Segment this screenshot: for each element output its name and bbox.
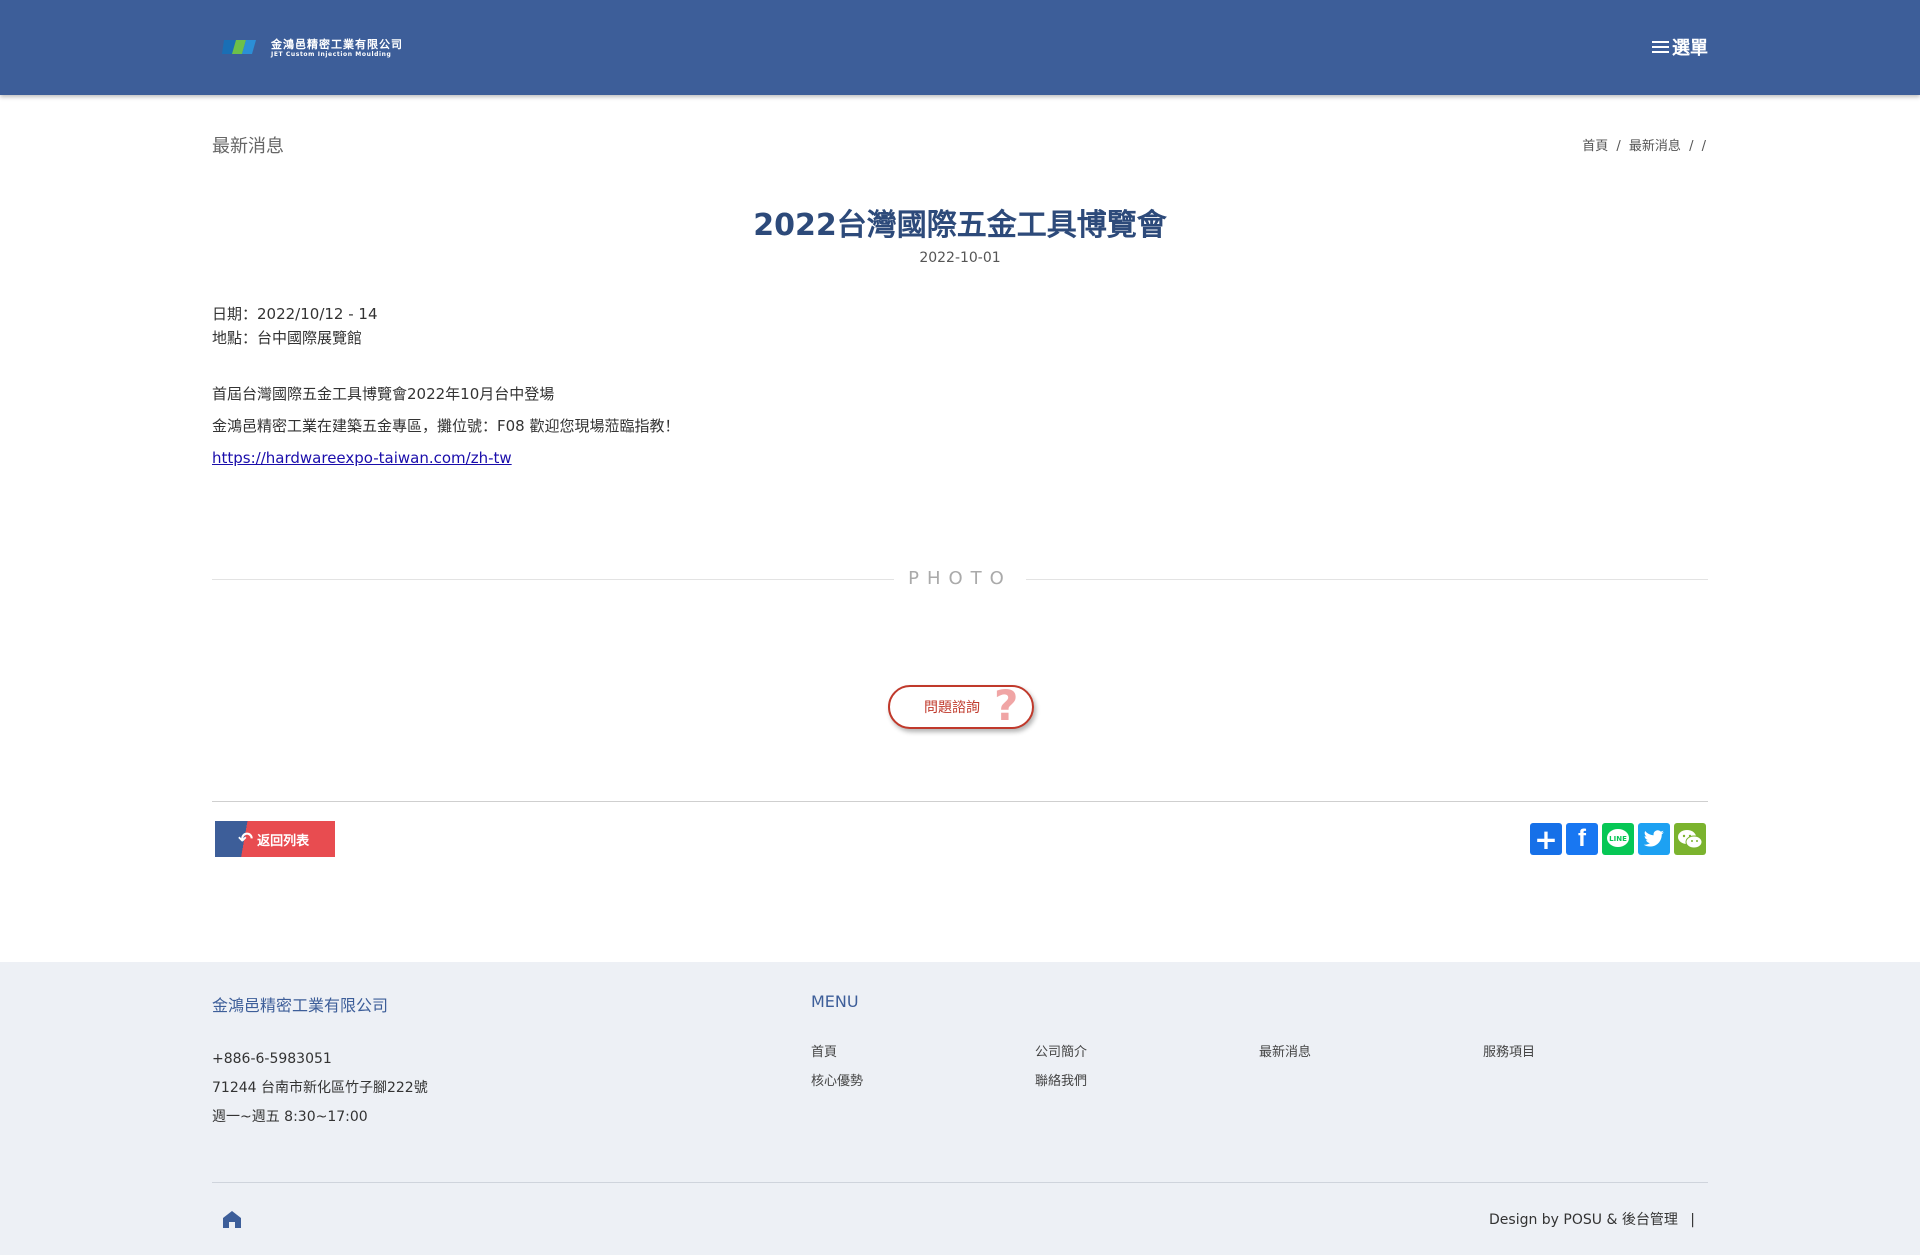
logo-english-name: JET Custom Injection Moulding <box>271 51 392 58</box>
section-title: 最新消息 <box>212 136 284 157</box>
footer-menu-title: MENU <box>811 992 859 1011</box>
footer-divider <box>212 1182 1708 1183</box>
event-booth: 金鴻邑精密工業在建築五金專區，攤位號：F08 歡迎您現場蒞臨指教！ <box>212 417 680 435</box>
faq-button[interactable]: 問題諮詢 ? <box>888 681 1034 730</box>
hamburger-icon <box>1652 40 1669 54</box>
breadcrumb-separator: / <box>1616 139 1621 154</box>
footer-address: 71244 台南市新化區竹子腳222號 <box>212 1080 428 1096</box>
footer-credit-separator: | <box>1690 1212 1695 1228</box>
svg-text:LINE: LINE <box>1609 835 1627 843</box>
footer-phone: +886-6-5983051 <box>212 1051 332 1067</box>
site-logo[interactable]: 金鴻邑精密工業有限公司 JET Custom Injection Mouldin… <box>222 32 412 62</box>
site-header: 金鴻邑精密工業有限公司 JET Custom Injection Mouldin… <box>0 0 1920 95</box>
article-content: 日期：2022/10/12 - 14 地點：台中國際展覽館 首屆台灣國際五金工具… <box>212 302 680 474</box>
logo-chinese-name: 金鴻邑精密工業有限公司 <box>271 38 403 51</box>
menu-label: 選單 <box>1672 38 1708 59</box>
footer-company-name: 金鴻邑精密工業有限公司 <box>212 996 389 1015</box>
menu-button[interactable]: 選單 <box>1652 34 1708 60</box>
back-button-label: 返回列表 <box>257 833 310 849</box>
article-date: 2022-10-01 <box>919 250 1001 266</box>
event-intro: 首屆台灣國際五金工具博覽會2022年10月台中登場 <box>212 385 555 403</box>
faq-button-label: 問題諮詢 <box>924 700 980 716</box>
line-icon[interactable]: LINE <box>1602 823 1634 855</box>
back-to-list-button[interactable]: ↶ 返回列表 <box>215 821 335 857</box>
facebook-icon[interactable]: f <box>1566 823 1598 855</box>
footer-link-advantages[interactable]: 核心優勢 <box>811 1070 863 1089</box>
footer-link-services[interactable]: 服務項目 <box>1483 1041 1535 1060</box>
footer-link-about[interactable]: 公司簡介 <box>1035 1041 1087 1060</box>
breadcrumb-separator: / <box>1701 139 1706 154</box>
logo-mark-icon <box>222 40 256 54</box>
breadcrumb-separator: / <box>1689 139 1694 154</box>
home-icon[interactable] <box>222 1209 242 1229</box>
footer-contact: +886-6-5983051 71244 台南市新化區竹子腳222號 週一~週五… <box>212 1045 428 1132</box>
breadcrumb: 首頁 / 最新消息 / / <box>1580 135 1708 154</box>
article-title: 2022台灣國際五金工具博覽會 <box>753 208 1167 243</box>
breadcrumb-news[interactable]: 最新消息 <box>1629 139 1681 154</box>
share-buttons: + f LINE <box>1530 823 1710 856</box>
reply-arrow-icon: ↶ <box>238 828 254 850</box>
site-footer: 金鴻邑精密工業有限公司 +886-6-5983051 71244 台南市新化區竹… <box>0 962 1920 1255</box>
footer-link-home[interactable]: 首頁 <box>811 1041 837 1060</box>
content-divider <box>212 801 1708 802</box>
event-date: 日期：2022/10/12 - 14 <box>212 305 378 323</box>
event-location: 地點：台中國際展覽館 <box>212 329 363 347</box>
footer-link-contact[interactable]: 聯絡我們 <box>1035 1070 1087 1089</box>
footer-link-news[interactable]: 最新消息 <box>1259 1041 1311 1060</box>
twitter-icon[interactable] <box>1638 823 1670 855</box>
add-share-icon[interactable]: + <box>1530 823 1562 856</box>
breadcrumb-home[interactable]: 首頁 <box>1582 139 1608 154</box>
footer-hours: 週一~週五 8:30~17:00 <box>212 1109 368 1125</box>
event-link[interactable]: https://hardwareexpo-taiwan.com/zh-tw <box>212 449 512 467</box>
photo-heading: PHOTO <box>894 568 1026 589</box>
question-mark-icon: ? <box>994 681 1019 730</box>
footer-credit: Design by POSU & 後台管理 | <box>1489 1209 1695 1229</box>
wechat-icon[interactable] <box>1674 823 1706 855</box>
footer-credit-text[interactable]: Design by POSU & 後台管理 <box>1489 1212 1678 1228</box>
